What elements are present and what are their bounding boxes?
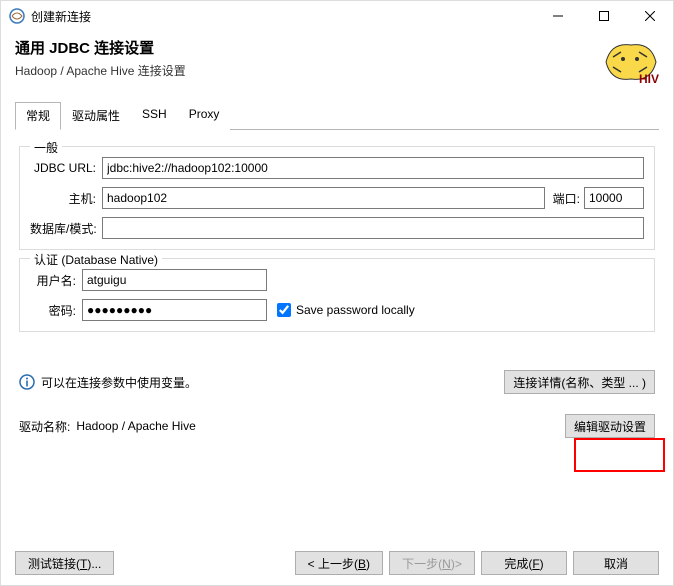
back-button[interactable]: < 上一步(B) [295,551,383,575]
info-line: 可以在连接参数中使用变量。 连接详情(名称、类型 ... ) [19,370,655,394]
cancel-button[interactable]: 取消 [573,551,659,575]
username-label: 用户名: [30,272,82,289]
database-input[interactable] [102,217,644,239]
password-label: 密码: [30,302,82,319]
password-input[interactable] [82,299,267,321]
host-input[interactable] [102,187,545,209]
group-general-legend: 一般 [30,139,62,156]
footer: 测试链接(T)... < 上一步(B) 下一步(N)> 完成(F) 取消 [1,551,673,575]
hive-logo-icon: HIVE [601,37,659,85]
connection-details-button[interactable]: 连接详情(名称、类型 ... ) [504,370,655,394]
save-password-checkbox[interactable] [277,303,291,317]
database-label: 数据库/模式: [30,220,102,237]
driver-name-value: Hadoop / Apache Hive [76,419,565,433]
tab-general[interactable]: 常规 [15,102,61,130]
edit-driver-button[interactable]: 编辑驱动设置 [565,414,655,438]
header: 通用 JDBC 连接设置 Hadoop / Apache Hive 连接设置 H… [1,31,673,95]
svg-text:HIVE: HIVE [639,72,659,85]
tab-ssh[interactable]: SSH [131,102,178,130]
next-button[interactable]: 下一步(N)> [389,551,475,575]
finish-button[interactable]: 完成(F) [481,551,567,575]
tab-content: 一般 JDBC URL: 主机: 端口: 数据库/模式: 认证 (Databas… [1,130,673,438]
tab-proxy[interactable]: Proxy [178,102,231,130]
highlight-annotation [574,438,665,472]
host-label: 主机: [30,190,102,207]
page-subtitle: Hadoop / Apache Hive 连接设置 [15,62,601,79]
info-text: 可以在连接参数中使用变量。 [41,374,504,391]
page-title: 通用 JDBC 连接设置 [15,37,601,58]
save-password-checkbox-wrap[interactable]: Save password locally [277,303,415,317]
maximize-button[interactable] [581,1,627,31]
minimize-button[interactable] [535,1,581,31]
driver-line: 驱动名称: Hadoop / Apache Hive 编辑驱动设置 [19,414,655,438]
username-input[interactable] [82,269,267,291]
group-auth: 认证 (Database Native) 用户名: 密码: Save passw… [19,258,655,332]
port-input[interactable] [584,187,644,209]
title-bar: 创建新连接 [1,1,673,31]
driver-name-label: 驱动名称: [19,418,76,435]
info-icon [19,374,35,390]
jdbc-url-input[interactable] [102,157,644,179]
window-title: 创建新连接 [31,8,535,25]
group-auth-legend: 认证 (Database Native) [30,251,162,268]
app-icon [9,8,25,24]
close-window-button[interactable] [627,1,673,31]
port-label: 端口: [545,190,584,207]
test-connection-button[interactable]: 测试链接(T)... [15,551,114,575]
tab-driver-props[interactable]: 驱动属性 [61,102,131,130]
jdbc-url-label: JDBC URL: [30,161,102,175]
tabs: 常规 驱动属性 SSH Proxy [15,101,659,130]
group-general: 一般 JDBC URL: 主机: 端口: 数据库/模式: [19,146,655,250]
save-password-label: Save password locally [296,303,415,317]
